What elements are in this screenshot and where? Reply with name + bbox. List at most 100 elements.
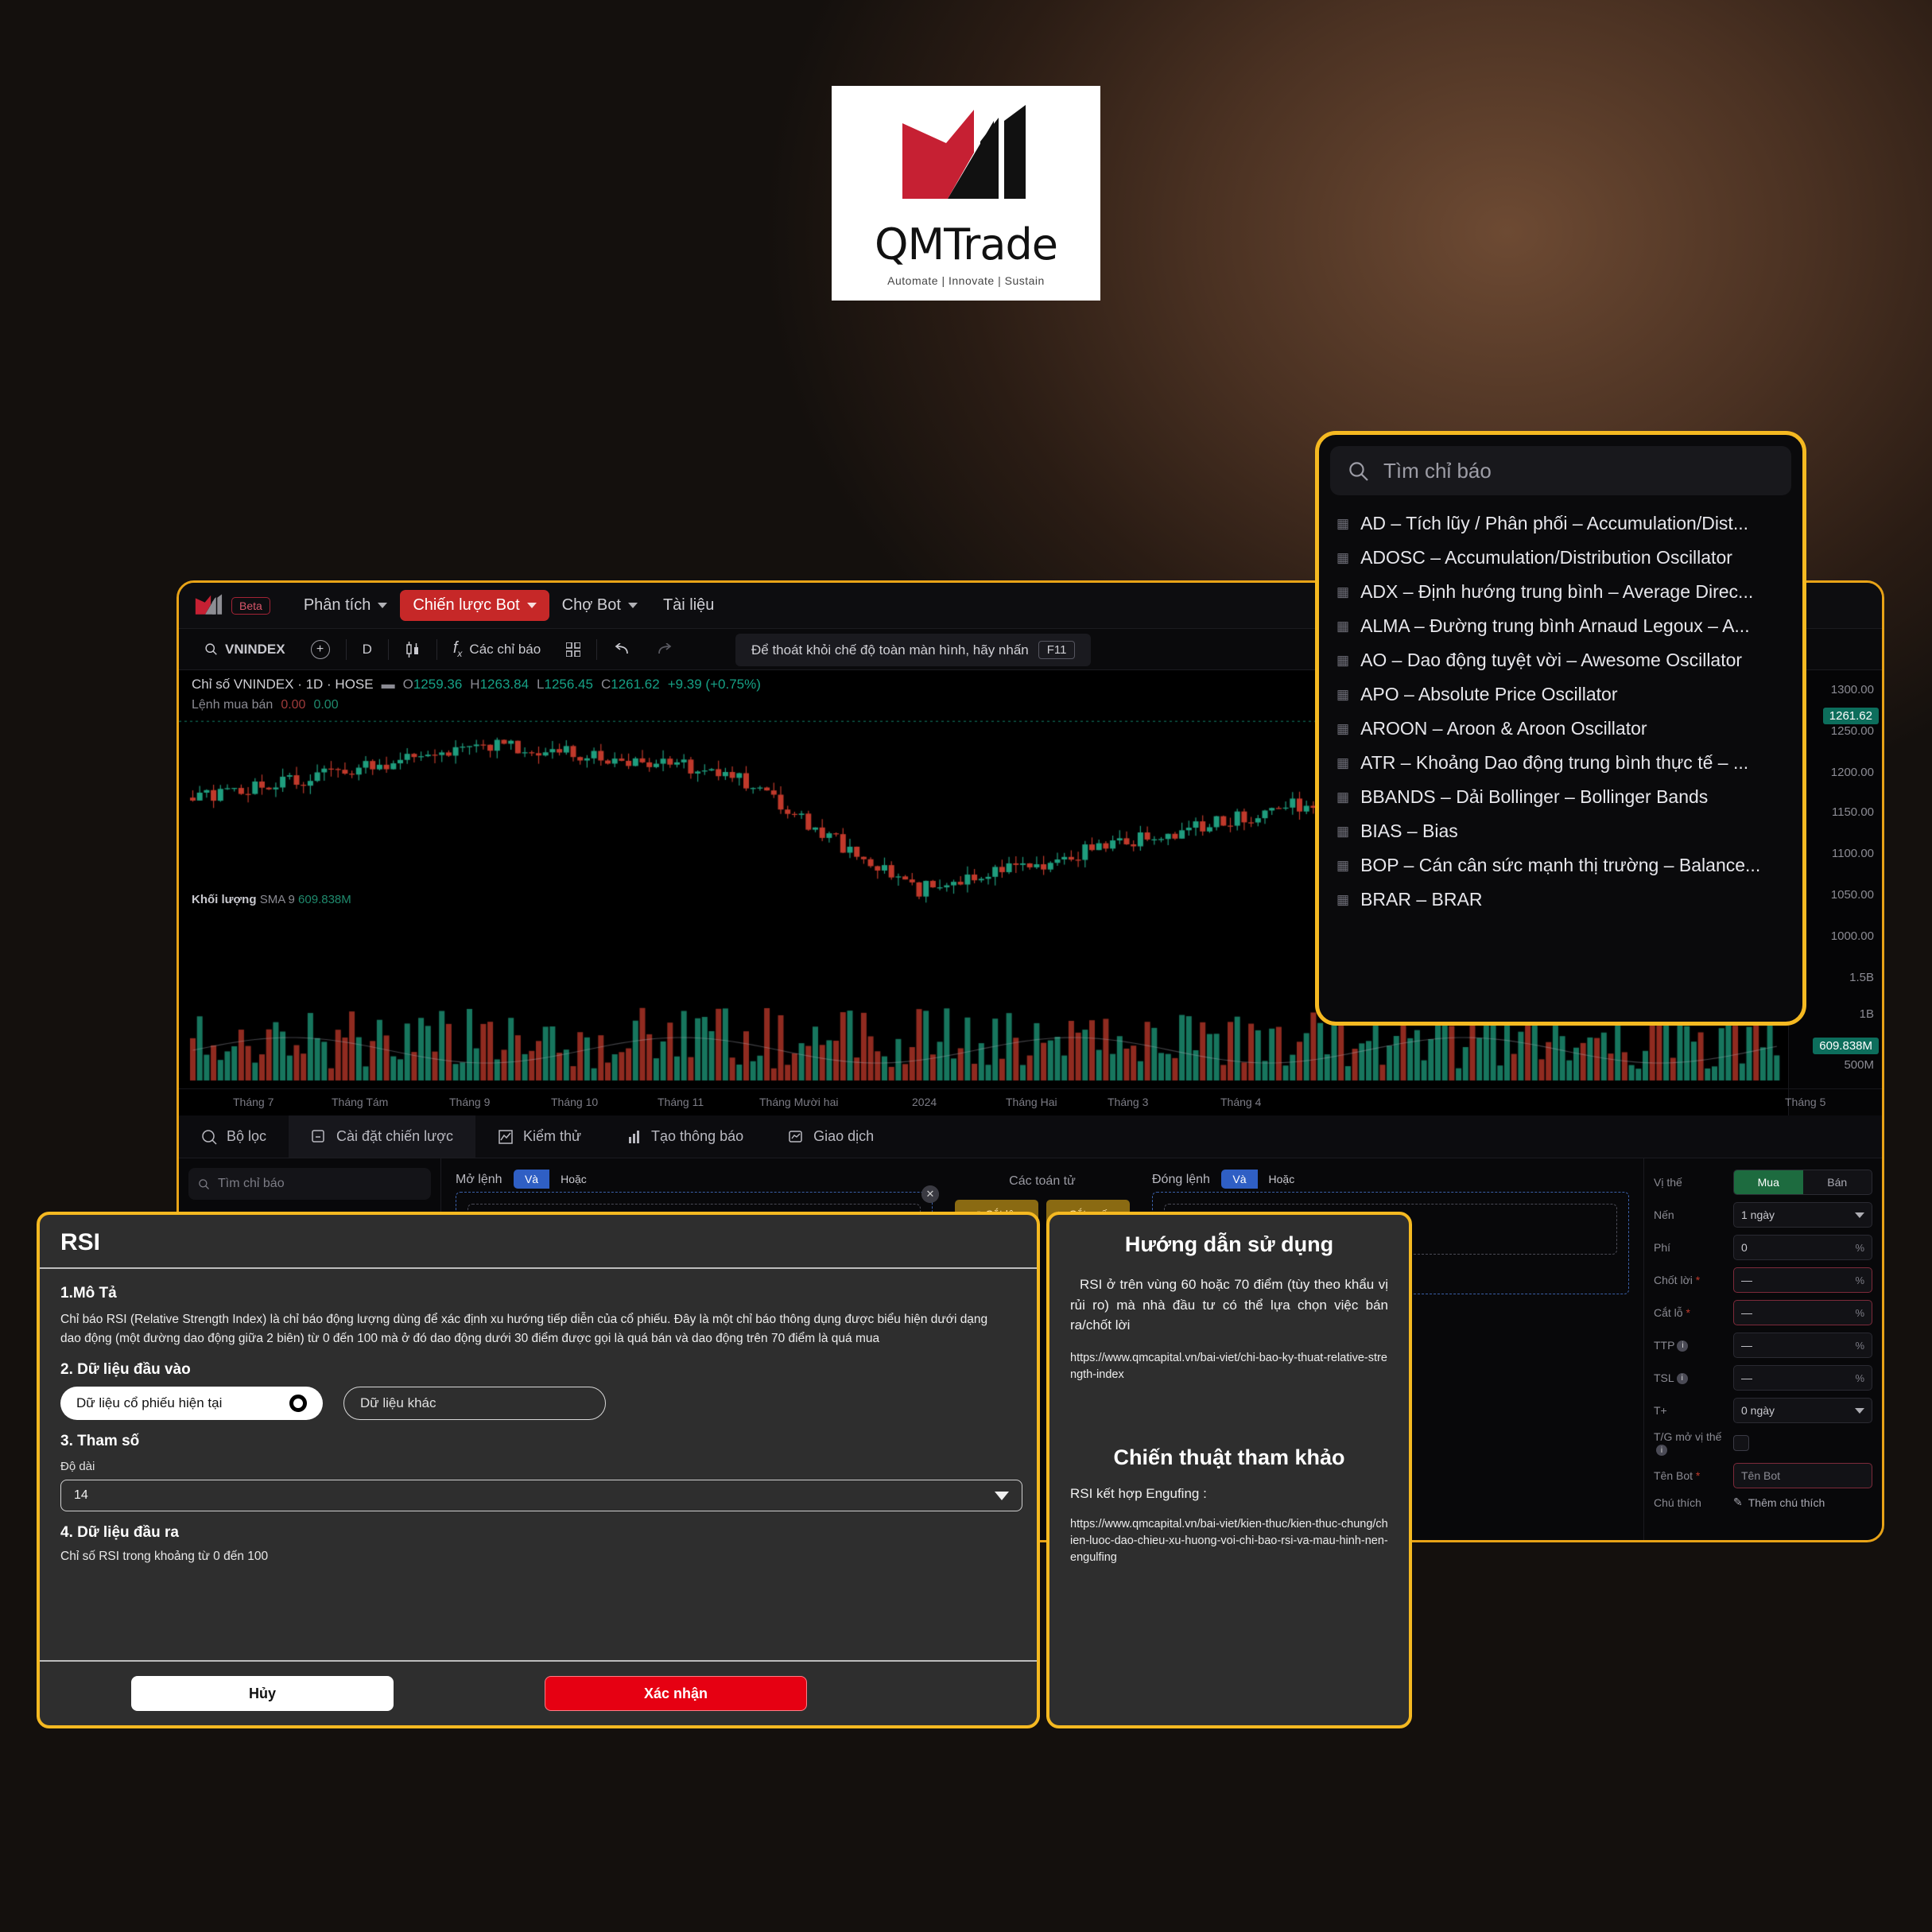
position-sell[interactable]: Bán bbox=[1803, 1170, 1872, 1194]
candle-type-button[interactable] bbox=[392, 629, 433, 669]
param-length-label: Độ dài bbox=[60, 1460, 95, 1474]
info-icon[interactable]: i bbox=[1656, 1445, 1667, 1457]
tab-label: Giao dịch bbox=[813, 1128, 875, 1144]
dropdown-item-adx[interactable]: ▦ ADX – Định hướng trung bình – Average D… bbox=[1319, 575, 1802, 609]
and-or-toggle-open[interactable]: Và Hoặc bbox=[513, 1170, 598, 1189]
dropdown-item-bias[interactable]: ▦ BIAS – Bias bbox=[1319, 814, 1802, 848]
tp-value: — bbox=[1741, 1274, 1752, 1286]
remove-condition-icon[interactable]: ✕ bbox=[921, 1185, 939, 1203]
beta-badge: Beta bbox=[231, 596, 270, 615]
tsl-input[interactable]: — % bbox=[1733, 1365, 1872, 1391]
guide-url[interactable]: https://www.qmcapital.vn/bai-viet/chi-ba… bbox=[1070, 1350, 1388, 1383]
tab-tao-thong-bao[interactable]: Tạo thông báo bbox=[603, 1115, 766, 1158]
trade-icon bbox=[789, 1130, 802, 1143]
modal-body: 1.Mô Tả Chỉ báo RSI (Relative Strength I… bbox=[40, 1269, 1037, 1660]
ttp-input[interactable]: — % bbox=[1733, 1333, 1872, 1358]
close-order-label: Đóng lệnh bbox=[1152, 1173, 1210, 1186]
setting-label: Chốt lời * bbox=[1654, 1273, 1701, 1286]
add-symbol-button[interactable]: + bbox=[298, 629, 343, 669]
setting-position: Vị thế Mua Bán bbox=[1654, 1170, 1872, 1195]
dropdown-item-apo[interactable]: ▦ APO – Absolute Price Oscillator bbox=[1319, 677, 1802, 712]
tab-cai-dat-chien-luoc[interactable]: Cài đặt chiến lược bbox=[289, 1115, 475, 1158]
tplus-select[interactable]: 0 ngày bbox=[1733, 1398, 1872, 1423]
strategy-reference-url[interactable]: https://www.qmcapital.vn/bai-viet/kien-t… bbox=[1070, 1516, 1388, 1566]
layout-button[interactable] bbox=[553, 629, 593, 669]
logo-tagline: Automate | Innovate | Sustain bbox=[887, 274, 1045, 287]
nav-item-tai-lieu[interactable]: Tài liệu bbox=[650, 590, 727, 621]
dropdown-item-adosc[interactable]: ▦ ADOSC – Accumulation/Distribution Oscil… bbox=[1319, 541, 1802, 575]
modal-header: RSI bbox=[40, 1215, 1037, 1269]
input-option-current-stock[interactable]: Dữ liệu cổ phiếu hiện tại bbox=[60, 1387, 323, 1421]
divider bbox=[345, 638, 347, 660]
price-tick: 1050.00 bbox=[1830, 888, 1874, 902]
item-label: AROON – Aroon & Aroon Oscillator bbox=[1360, 718, 1647, 739]
take-profit-input[interactable]: — % bbox=[1733, 1267, 1872, 1293]
setting-label: T/G mở vị thếi bbox=[1654, 1430, 1722, 1457]
and-option[interactable]: Và bbox=[1221, 1170, 1258, 1189]
stop-loss-input[interactable]: — % bbox=[1733, 1300, 1872, 1325]
setting-tplus: T+ 0 ngày bbox=[1654, 1398, 1872, 1423]
or-option[interactable]: Hoặc bbox=[1258, 1170, 1306, 1189]
section-description-title: 1.Mô Tả bbox=[60, 1285, 117, 1302]
dropdown-item-ad[interactable]: ▦ AD – Tích lũy / Phân phối – Accumulatio… bbox=[1319, 506, 1802, 541]
undo-button[interactable] bbox=[600, 629, 643, 669]
fullscreen-hint-text: Để thoát khỏi chế độ toàn màn hình, hãy … bbox=[751, 642, 1029, 658]
interval-selector[interactable]: D bbox=[350, 629, 385, 669]
and-option[interactable]: Và bbox=[513, 1170, 550, 1189]
dropdown-search-input[interactable]: Tìm chỉ báo bbox=[1330, 446, 1791, 495]
dropdown-item-atr[interactable]: ▦ ATR – Khoảng Dao động trung bình thực t… bbox=[1319, 746, 1802, 780]
nav-item-phan-tich[interactable]: Phân tích bbox=[291, 590, 401, 621]
hold-time-checkbox[interactable] bbox=[1733, 1435, 1749, 1452]
volume-value: 609.838M bbox=[298, 893, 351, 906]
or-option[interactable]: Hoặc bbox=[549, 1170, 598, 1189]
h-label: H bbox=[470, 677, 480, 692]
setting-label: Cắt lỗ * bbox=[1654, 1305, 1690, 1319]
info-icon[interactable]: i bbox=[1676, 1373, 1688, 1385]
tab-bo-loc[interactable]: Bộ lọc bbox=[179, 1115, 289, 1158]
nav-item-chien-luoc-bot[interactable]: Chiến lược Bot bbox=[400, 590, 549, 621]
nav-item-cho-bot[interactable]: Chợ Bot bbox=[549, 590, 650, 621]
candle-select[interactable]: 1 ngày bbox=[1733, 1202, 1872, 1228]
tab-giao-dich[interactable]: Giao dịch bbox=[766, 1115, 896, 1158]
confirm-button[interactable]: Xác nhận bbox=[545, 1676, 807, 1711]
symbol-search[interactable]: VNINDEX bbox=[192, 629, 298, 669]
chevron-down-icon bbox=[1855, 1212, 1864, 1218]
sl-value: — bbox=[1741, 1306, 1752, 1319]
tab-kiem-thu[interactable]: Kiểm thử bbox=[475, 1115, 603, 1158]
app-logo-icon[interactable] bbox=[193, 593, 225, 618]
eye-icon[interactable]: ▬ bbox=[382, 677, 395, 692]
grip-icon: ▦ bbox=[1336, 686, 1350, 702]
item-label: AD – Tích lũy / Phân phối – Accumulation… bbox=[1360, 513, 1748, 533]
input-option-other-data[interactable]: Dữ liệu khác bbox=[343, 1387, 606, 1421]
redo-button[interactable] bbox=[643, 629, 686, 669]
dropdown-item-aroon[interactable]: ▦ AROON – Aroon & Aroon Oscillator bbox=[1319, 712, 1802, 746]
time-axis[interactable]: Tháng 7 Tháng Tám Tháng 9 Tháng 10 Tháng… bbox=[179, 1088, 1882, 1115]
setting-label: Vị thế bbox=[1654, 1175, 1682, 1189]
bot-settings-panel: Vị thế Mua Bán Nến 1 ngày Phí 0 % Chốt l… bbox=[1643, 1158, 1882, 1540]
indicator-search-dropdown[interactable]: Tìm chỉ báo ▦ AD – Tích lũy / Phân phối –… bbox=[1315, 431, 1806, 1026]
indicators-button[interactable]: fx Các chỉ báo bbox=[440, 629, 553, 669]
cancel-button[interactable]: Hủy bbox=[131, 1676, 394, 1711]
dropdown-item-ao[interactable]: ▦ AO – Dao động tuyệt vời – Awesome Oscil… bbox=[1319, 643, 1802, 677]
param-length-select[interactable]: 14 bbox=[60, 1480, 1022, 1512]
dropdown-item-alma[interactable]: ▦ ALMA – Đường trung bình Arnaud Legoux –… bbox=[1319, 609, 1802, 643]
add-note-button[interactable]: ✎ Thêm chú thích bbox=[1733, 1496, 1872, 1509]
volume-label: Khối lượng bbox=[192, 893, 257, 906]
orders-buy-value: 0.00 bbox=[313, 698, 339, 712]
dropdown-item-brar[interactable]: ▦ BRAR – BRAR bbox=[1319, 883, 1802, 917]
fee-input[interactable]: 0 % bbox=[1733, 1235, 1872, 1260]
item-label: BOP – Cán cân sức mạnh thị trường – Bala… bbox=[1360, 855, 1761, 875]
bot-name-input[interactable]: Tên Bot bbox=[1733, 1463, 1872, 1489]
dropdown-item-bbands[interactable]: ▦ BBANDS – Dải Bollinger – Bollinger Band… bbox=[1319, 780, 1802, 814]
info-icon[interactable]: i bbox=[1677, 1340, 1689, 1352]
indicator-search-input[interactable]: Tìm chỉ báo bbox=[188, 1168, 431, 1200]
position-toggle[interactable]: Mua Bán bbox=[1733, 1170, 1872, 1195]
dropdown-item-bop[interactable]: ▦ BOP – Cán cân sức mạnh thị trường – Bal… bbox=[1319, 848, 1802, 883]
and-or-toggle-close[interactable]: Và Hoặc bbox=[1221, 1170, 1305, 1189]
setting-label: TSL i bbox=[1654, 1371, 1727, 1385]
setting-note: Chú thích ✎ Thêm chú thích bbox=[1654, 1496, 1872, 1509]
position-buy[interactable]: Mua bbox=[1734, 1170, 1803, 1194]
setting-candle: Nến 1 ngày bbox=[1654, 1202, 1872, 1228]
alert-icon bbox=[629, 1130, 640, 1143]
setting-label: Chú thích bbox=[1654, 1496, 1701, 1509]
